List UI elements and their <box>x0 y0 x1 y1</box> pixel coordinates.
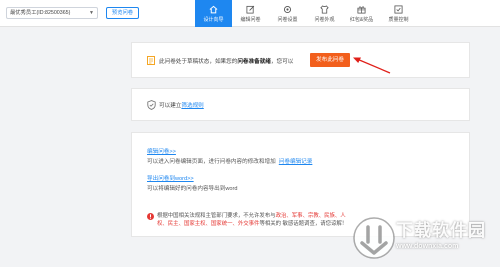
tab-label: 红包&奖品 <box>349 16 374 23</box>
legal-warning-text: 根据中国相关法规和主管部门要求，不允许发布与政治、军事、宗教、民族、人权、民主、… <box>157 212 353 228</box>
edit-icon <box>246 5 255 14</box>
warning-icon <box>147 213 154 220</box>
tab-label: 问卷外观 <box>314 16 335 23</box>
tab-design-wizard[interactable]: 设计向导 <box>195 0 232 27</box>
tab-label: 设计向导 <box>203 16 224 23</box>
edit-history-link[interactable]: 问卷编辑记录 <box>279 159 313 165</box>
warning-text-part: 等相关的 敏感话题调查，请您谅解！ <box>259 221 348 227</box>
quality-icon <box>394 4 403 14</box>
home-icon <box>209 5 218 14</box>
edit-survey-desc: 可以进入问卷编辑页面，进行问卷内容的修改和增加 问卷编辑记录 <box>147 157 312 165</box>
tab-red-packet-prizes[interactable]: 红包&奖品 <box>343 0 380 27</box>
notice-bold-text: 问卷准备就绪 <box>237 59 271 65</box>
draft-notice-text: 此问卷处于草稿状态，如果您的问卷准备就绪，您可以 <box>159 57 293 65</box>
top-bar: 最优秀员工(ID:82500365) ▼ 预览问卷 设计向导 编辑问卷 问卷设置 <box>0 0 500 27</box>
edit-desc-text: 可以进入问卷编辑页面，进行问卷内容的修改和增加 <box>147 159 276 165</box>
main-nav: 设计向导 编辑问卷 问卷设置 问卷外观 红包&奖品 质量控制 <box>195 0 417 27</box>
tab-label: 编辑问卷 <box>240 16 261 23</box>
publish-survey-button[interactable]: 发布此问卷 <box>310 53 350 67</box>
tab-label: 问卷设置 <box>277 16 298 23</box>
warning-text-part: 根据中国相关法规和主管部门要求，不允许发布与 <box>157 213 276 219</box>
notice-text-part: 此问卷处于草稿状态，如果您的 <box>159 59 238 65</box>
tab-survey-appearance[interactable]: 问卷外观 <box>306 0 343 27</box>
gift-icon <box>357 5 366 14</box>
settings-icon <box>283 5 292 14</box>
screening-rules-link[interactable]: 筛选规则 <box>181 103 203 109</box>
appearance-icon <box>320 4 329 14</box>
survey-select-value: 最优秀员工(ID:82500365) <box>10 10 71 16</box>
tab-quality-control[interactable]: 质量控制 <box>380 0 417 27</box>
preview-button[interactable]: 预览问卷 <box>106 7 139 19</box>
notice-text-part: ，您可以 <box>270 59 294 65</box>
export-word-link[interactable]: 导出问卷到word>> <box>147 174 194 182</box>
tab-label: 质量控制 <box>388 16 409 23</box>
export-word-desc: 可以将编辑好的问卷内容导出到word <box>147 186 238 192</box>
tab-edit-survey[interactable]: 编辑问卷 <box>232 0 269 27</box>
survey-select[interactable]: 最优秀员工(ID:82500365) ▼ <box>6 7 98 19</box>
screening-card: 可以建立筛选规则 <box>131 88 470 121</box>
watermark-text: 下载软件园 <box>396 221 486 240</box>
chevron-down-icon: ▼ <box>89 10 94 16</box>
edit-survey-link[interactable]: 编辑问卷>> <box>147 147 176 155</box>
draft-notice-card: 此问卷处于草稿状态，如果您的问卷准备就绪，您可以 发布此问卷 <box>131 42 470 78</box>
shield-icon <box>147 100 156 110</box>
watermark-url: www.downxia.com <box>396 243 459 250</box>
notice-icon <box>147 56 155 65</box>
screening-prefix: 可以建立 <box>159 103 182 109</box>
screening-line: 可以建立筛选规则 <box>159 101 204 109</box>
annotation-arrow-icon <box>353 57 391 74</box>
tab-survey-settings[interactable]: 问卷设置 <box>269 0 306 27</box>
